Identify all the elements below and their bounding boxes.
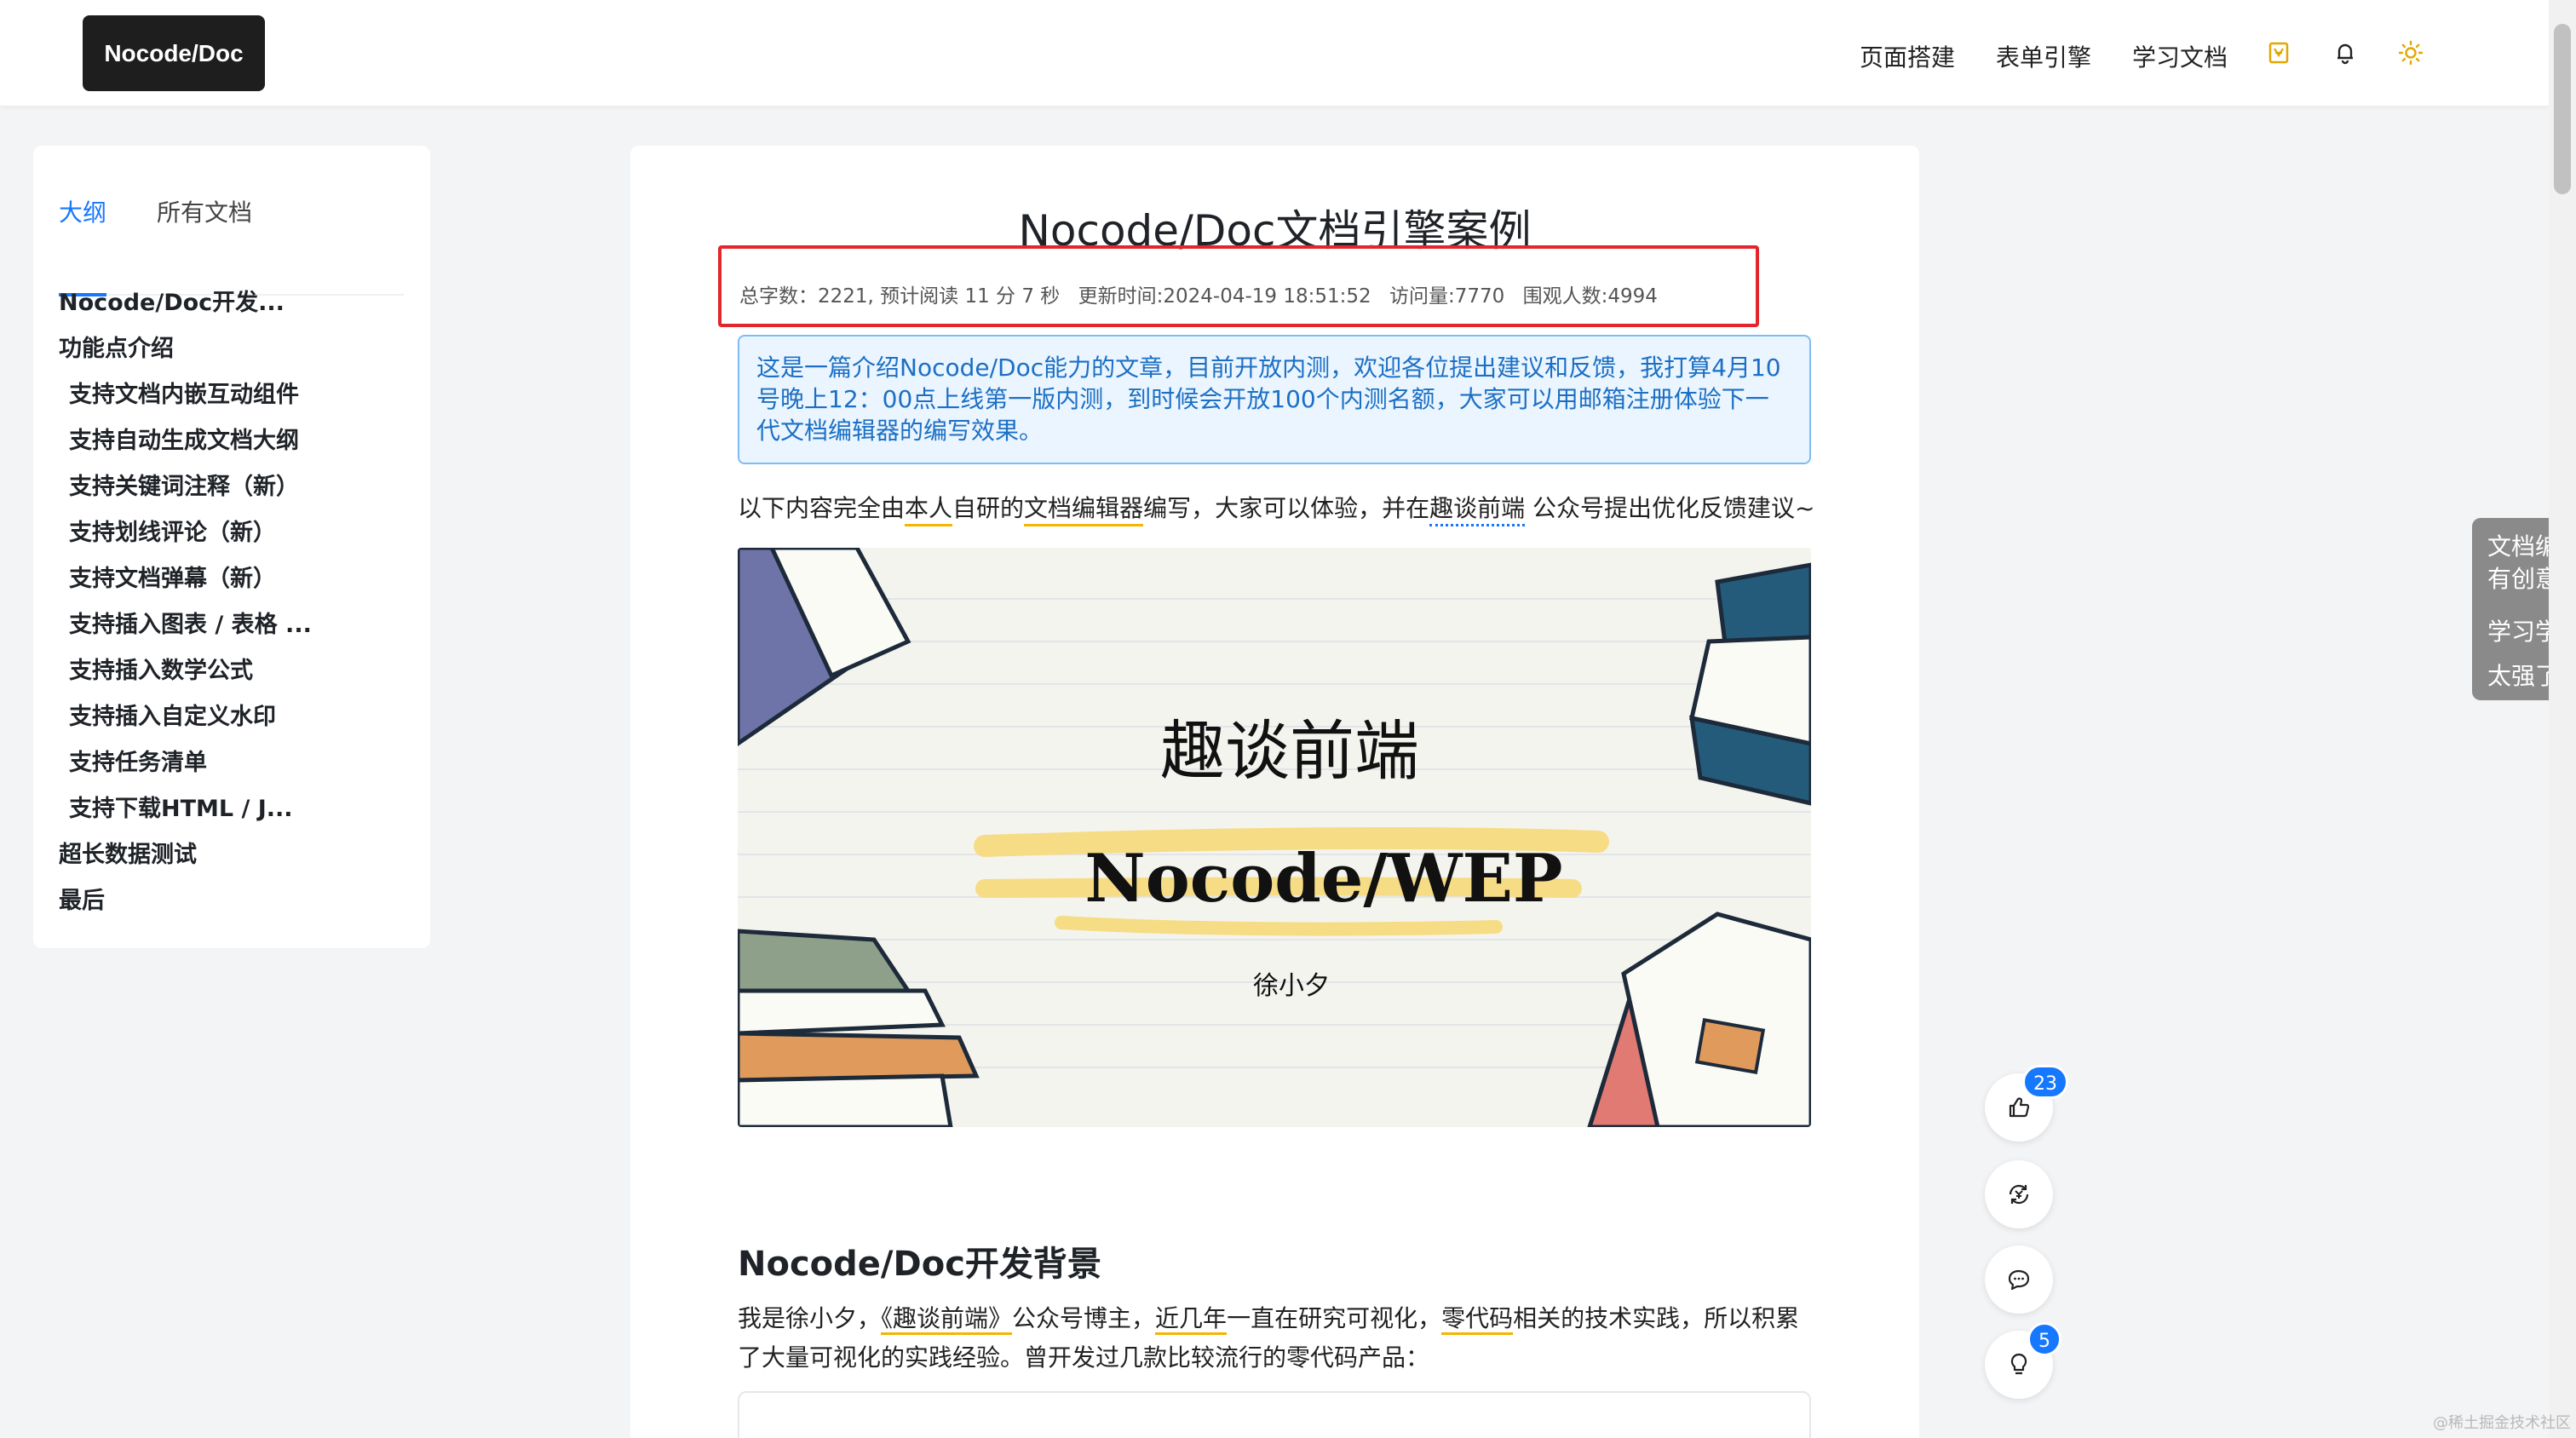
toc-item[interactable]: 支持下载HTML / J... xyxy=(69,790,293,823)
vip-icon[interactable] xyxy=(2263,37,2294,68)
sun-icon[interactable] xyxy=(2395,37,2426,68)
toc-item[interactable]: 支持划线评论（新） xyxy=(69,514,276,547)
toc-item[interactable]: 功能点介绍 xyxy=(59,330,174,363)
cover-author: 徐小夕 xyxy=(1253,971,1330,1001)
toc-item[interactable]: 支持插入图表 / 表格 ... xyxy=(69,606,312,639)
article-card: Nocode/Doc文档引擎案例 总字数：2221, 预计阅读 11 分 7 秒… xyxy=(630,146,1919,1438)
scrollbar-thumb[interactable] xyxy=(2554,24,2571,194)
paragraph-text: 一直在研究可视化， xyxy=(1227,1304,1442,1332)
reward-icon xyxy=(2009,1184,2029,1205)
toc-item[interactable]: 支持插入数学公式 xyxy=(69,652,253,685)
watcher-count: 围观人数:4994 xyxy=(1522,285,1658,308)
annotated-keyword[interactable]: 文档编辑器 xyxy=(1024,494,1144,526)
annotated-keyword[interactable]: 《趣谈前端》 xyxy=(881,1304,1013,1335)
annotated-keyword[interactable]: 本人 xyxy=(905,494,953,526)
intro-text: 以下内容完全由 xyxy=(738,494,906,522)
lightbulb-icon xyxy=(2010,1353,2027,1375)
cover-title: 趣谈前端 xyxy=(1160,713,1419,789)
notice-box: 这是一篇介绍Nocode/Doc能力的文章，目前开放内测，欢迎各位提出建议和反馈… xyxy=(738,335,1811,464)
danmaku-item: 文档编 xyxy=(2487,532,2549,561)
word-count: 总字数：2221, 预计阅读 11 分 7 秒 xyxy=(739,285,1061,308)
toc-item[interactable]: Nocode/Doc开发... xyxy=(59,284,285,317)
watermark: @稀土掘金技术社区 xyxy=(2433,1414,2571,1432)
bell-icon[interactable] xyxy=(2330,37,2360,68)
toc-item[interactable]: 最后 xyxy=(59,882,105,915)
nav-form-engine[interactable]: 表单引擎 xyxy=(1996,39,2091,73)
annotated-keyword[interactable]: 近几年 xyxy=(1155,1304,1228,1335)
toc-item[interactable]: 支持自动生成文档大纲 xyxy=(69,422,299,455)
nav-learning-docs[interactable]: 学习文档 xyxy=(2132,39,2228,73)
section-paragraph: 我是徐小夕，《趣谈前端》公众号博主，近几年一直在研究可视化，零代码相关的技术实践… xyxy=(738,1299,1820,1378)
visit-count: 访问量:7770 xyxy=(1389,285,1505,308)
danmaku-item: 有创意 xyxy=(2487,565,2549,593)
toc-item[interactable]: 超长数据测试 xyxy=(59,836,197,869)
danmaku-item: 学习学 xyxy=(2487,618,2549,646)
paragraph-text: 公众号博主， xyxy=(1012,1304,1156,1332)
article-meta: 总字数：2221, 预计阅读 11 分 7 秒 更新时间:2024-04-19 … xyxy=(739,279,1670,308)
toc-item[interactable]: 支持文档内嵌互动组件 xyxy=(69,376,299,409)
intro-paragraph: 以下内容完全由本人自研的文档编辑器编写，大家可以体验，并在趣谈前端 公众号提出优… xyxy=(738,490,1815,526)
reward-button[interactable] xyxy=(1985,1160,2053,1228)
like-count-badge: 23 xyxy=(2022,1065,2068,1099)
danmaku-panel[interactable]: 文档编 有创意 学习学 太强了 xyxy=(2472,518,2549,700)
danmaku-item: 太强了 xyxy=(2487,662,2549,690)
annotated-keyword[interactable]: 零代码 xyxy=(1441,1304,1514,1335)
intro-text: 公众号提出优化反馈建议~ xyxy=(1525,494,1815,522)
toc-item[interactable]: 支持文档弹幕（新） xyxy=(69,560,276,593)
idea-count-badge: 5 xyxy=(2027,1322,2061,1356)
intro-text: 自研的 xyxy=(952,494,1025,522)
nav-page-builder[interactable]: 页面搭建 xyxy=(1860,39,1955,73)
embedded-card xyxy=(738,1391,1811,1438)
tab-all-docs[interactable]: 所有文档 xyxy=(157,194,252,228)
toc-item[interactable]: 支持任务清单 xyxy=(69,744,207,777)
updated-time: 更新时间:2024-04-19 18:51:52 xyxy=(1078,285,1371,308)
comment-icon xyxy=(2008,1269,2030,1291)
intro-text: 编写，大家可以体验，并在 xyxy=(1143,494,1430,522)
logo[interactable]: Nocode/Doc xyxy=(83,15,265,91)
toc-item[interactable]: 支持插入自定义水印 xyxy=(69,698,276,731)
section-heading: Nocode/Doc开发背景 xyxy=(738,1245,1101,1284)
toc-item[interactable]: 支持关键词注释（新） xyxy=(69,468,299,501)
outline-sidebar: 大纲 所有文档 Nocode/Doc开发... 功能点介绍 支持文档内嵌互动组件… xyxy=(33,146,430,948)
comment-button[interactable] xyxy=(1985,1245,2053,1314)
cover-image: 趣谈前端 Nocode/WEP 徐小夕 xyxy=(738,548,1811,1127)
paragraph-text: 我是徐小夕， xyxy=(738,1304,882,1332)
scrollbar-track[interactable] xyxy=(2549,0,2576,1438)
cover-subtitle: Nocode/WEP xyxy=(1084,840,1562,917)
annotated-keyword[interactable]: 趣谈前端 xyxy=(1429,494,1526,526)
top-header: Nocode/Doc 页面搭建 表单引擎 学习文档 xyxy=(0,0,2549,106)
thumbs-up-icon xyxy=(2009,1097,2030,1118)
tab-outline[interactable]: 大纲 xyxy=(59,194,106,228)
